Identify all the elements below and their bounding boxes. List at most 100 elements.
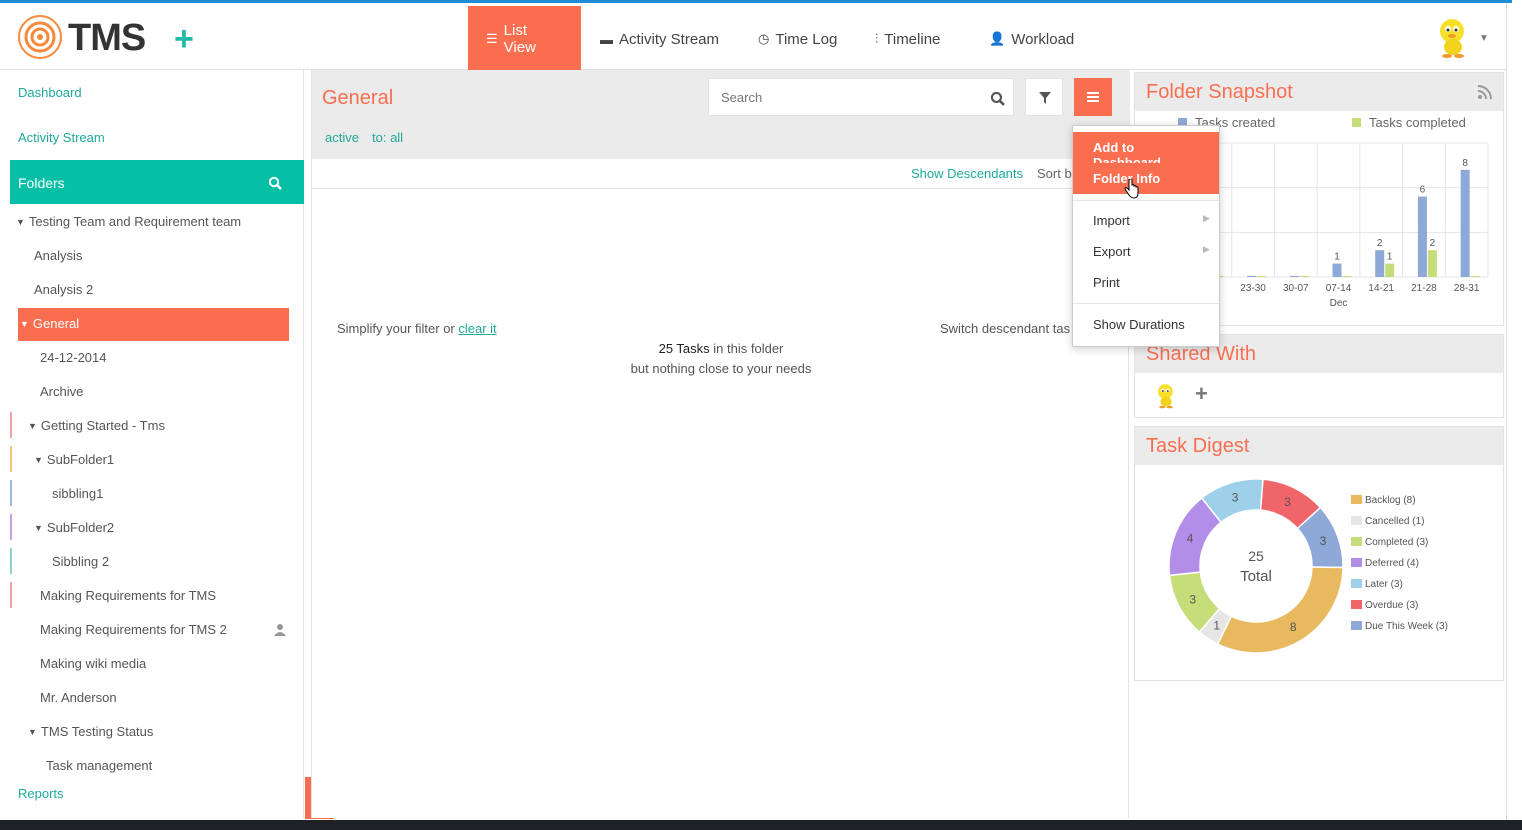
tree-color-tick xyxy=(10,446,12,472)
tree-folder-label: Making Requirements for TMS xyxy=(40,588,217,603)
tab-time-log-label: Time Log xyxy=(775,30,838,48)
search-icon[interactable] xyxy=(990,91,1005,106)
tms-logo-icon xyxy=(18,15,62,59)
tab-workload[interactable]: 👤 Workload xyxy=(989,6,1074,72)
chevron-down-icon[interactable]: ▼ xyxy=(1479,33,1489,44)
sidebar-item-reports[interactable]: Reports xyxy=(18,786,64,801)
tab-list-view-label: List View xyxy=(503,22,536,56)
tasks-count: 25 Tasks xyxy=(658,341,710,356)
menu-item-import[interactable]: Import ▶ xyxy=(1073,205,1219,236)
bar-data-label: 8 xyxy=(1462,158,1468,169)
bar xyxy=(1385,263,1395,277)
add-button[interactable]: + xyxy=(174,22,194,56)
bar xyxy=(1417,196,1427,277)
tree-folder-label: Making Requirements for TMS 2 xyxy=(40,622,227,637)
menu-item-add-to-dashboard[interactable]: Add to Dashboard xyxy=(1073,132,1219,170)
filter-active[interactable]: active xyxy=(325,130,359,145)
tree-folder[interactable]: ▼ Getting Started - Tms xyxy=(28,418,165,433)
switch-descendant-text[interactable]: Switch descendant tas xyxy=(940,321,1070,336)
legend-swatch xyxy=(1351,537,1362,546)
digest-legend-item: Deferred (4) xyxy=(1351,558,1448,579)
search-input[interactable]: Search xyxy=(708,78,1014,116)
tab-activity-stream[interactable]: ▬ Activity Stream xyxy=(600,6,719,72)
menu-button[interactable] xyxy=(1074,78,1112,116)
sidebar-item-dashboard[interactable]: Dashboard xyxy=(18,85,82,100)
donut-slice-label: 3 xyxy=(1189,592,1196,606)
tree-folder[interactable]: Sibbling 2 xyxy=(52,554,109,569)
donut-slice-label: 3 xyxy=(1284,495,1291,509)
tree-color-tick xyxy=(10,514,12,540)
donut-slice-label: 1 xyxy=(1213,619,1220,633)
tab-timeline[interactable]: ⫶ Timeline xyxy=(875,6,940,72)
tab-list-view[interactable]: ☰ List View xyxy=(468,6,581,72)
tree-folder[interactable]: Mr. Anderson xyxy=(40,690,117,705)
bar xyxy=(1247,276,1257,277)
donut-slice-label: 8 xyxy=(1290,620,1297,634)
caret-down-icon: ▼ xyxy=(16,217,25,227)
filter-to[interactable]: to: all xyxy=(372,130,403,145)
bar-data-label: 2 xyxy=(1430,238,1436,249)
tree-folder-label: Sibbling 2 xyxy=(52,554,110,569)
tree-folder[interactable]: Archive xyxy=(40,384,83,399)
legend-swatch xyxy=(1351,600,1362,609)
caret-down-icon: ▼ xyxy=(20,319,29,329)
hamburger-icon xyxy=(1087,92,1099,102)
tree-folder[interactable]: ▼ SubFolder2 xyxy=(34,520,114,535)
search-icon[interactable] xyxy=(268,176,282,190)
tree-folder-label: TMS Testing Status xyxy=(40,724,154,739)
tree-folder[interactable]: Making wiki media xyxy=(40,656,146,671)
show-descendants-link[interactable]: Show Descendants xyxy=(911,166,1023,181)
user-icon: 👤 xyxy=(989,31,1006,46)
digest-legend-label: Deferred (4) xyxy=(1365,558,1419,569)
digest-legend-label: Overdue (3) xyxy=(1365,600,1419,611)
chevron-right-icon: ▶ xyxy=(1203,213,1210,223)
tree-folder[interactable]: Task management xyxy=(46,758,152,773)
digest-legend-item: Cancelled (1) xyxy=(1351,516,1448,537)
bar xyxy=(1342,276,1352,277)
simplify-text: Simplify your filter or xyxy=(337,321,455,336)
task-digest-panel: Task Digest 3381343 25 Total Backlog (8)… xyxy=(1134,426,1504,681)
digest-legend-item: Overdue (3) xyxy=(1351,600,1448,621)
tree-folder[interactable]: 24-12-2014 xyxy=(40,350,107,365)
tree-folder-label: Analysis xyxy=(34,248,83,263)
folders-header[interactable]: Folders xyxy=(10,160,304,204)
legend-swatch xyxy=(1351,579,1362,588)
digest-legend-label: Backlog (8) xyxy=(1365,495,1416,506)
add-share-button[interactable]: + xyxy=(1195,381,1208,407)
digest-legend-item: Due This Week (3) xyxy=(1351,621,1448,642)
tree-folder[interactable]: Analysis 2 xyxy=(34,282,93,297)
tab-time-log[interactable]: ◷ Time Log xyxy=(758,6,837,72)
tree-folder[interactable]: ▼ TMS Testing Status xyxy=(28,724,153,739)
caret-down-icon: ▼ xyxy=(34,523,43,533)
page-scrollbar[interactable] xyxy=(1506,3,1522,820)
tree-folder[interactable]: sibbling1 xyxy=(52,486,103,501)
tree-folder[interactable]: Making Requirements for TMS 2 xyxy=(40,622,227,637)
bar xyxy=(1332,263,1342,277)
tree-color-tick xyxy=(10,548,12,574)
menu-item-folder-info[interactable]: Folder Info xyxy=(1073,163,1219,194)
menu-item-print[interactable]: Print xyxy=(1073,267,1219,298)
hand-cursor-icon xyxy=(1124,179,1139,199)
tree-folder[interactable]: ▼ Testing Team and Requirement team xyxy=(16,214,241,229)
menu-item-show-durations[interactable]: Show Durations xyxy=(1073,309,1219,340)
user-icon xyxy=(274,624,286,636)
sort-by-link[interactable]: Sort b xyxy=(1037,166,1072,181)
clear-filter-link[interactable]: clear it xyxy=(458,321,496,336)
digest-total-label: Total xyxy=(1240,568,1272,585)
sidebar-item-activity-stream[interactable]: Activity Stream xyxy=(18,130,105,145)
user-avatar[interactable] xyxy=(1436,17,1470,59)
tree-folder-selected[interactable]: ▼ General xyxy=(20,316,79,331)
app-logo-text: TMS xyxy=(68,17,146,59)
main-subbar: Show Descendants Sort b xyxy=(312,159,1130,189)
x-tick-label: 21-28 xyxy=(1411,283,1437,294)
x-tick-label: 14-21 xyxy=(1368,283,1394,294)
tree-folder[interactable]: ▼ SubFolder1 xyxy=(34,452,114,467)
empty-state-filter-text: Simplify your filter or clear it xyxy=(337,321,497,336)
menu-item-export[interactable]: Export ▶ xyxy=(1073,236,1219,267)
tree-folder[interactable]: Making Requirements for TMS xyxy=(40,588,216,603)
list-icon: ☰ xyxy=(486,31,498,46)
tree-folder[interactable]: Analysis xyxy=(34,248,82,263)
filter-button[interactable] xyxy=(1025,78,1063,116)
tab-activity-stream-label: Activity Stream xyxy=(619,30,720,48)
shared-user-avatar[interactable] xyxy=(1155,383,1177,409)
